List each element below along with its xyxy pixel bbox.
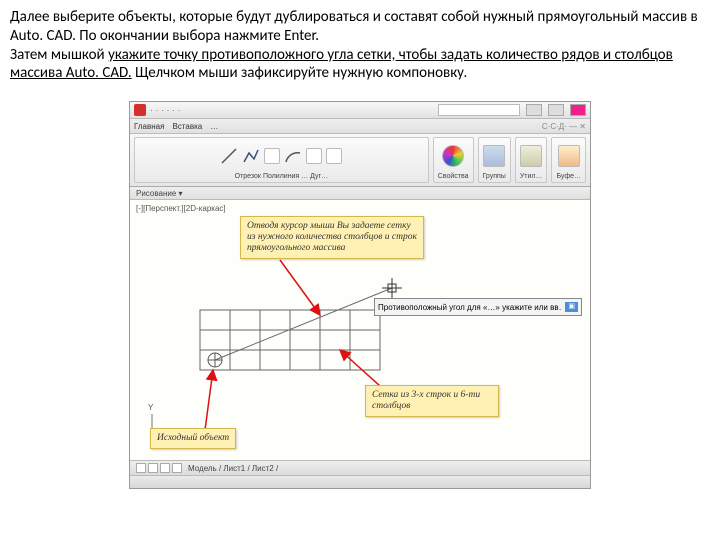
dynamic-input-prompt[interactable]: Противоположный угол для «…» укажите или…	[374, 298, 582, 316]
tab-nav-buttons[interactable]	[136, 463, 182, 473]
tab-nav-last-icon[interactable]	[172, 463, 182, 473]
window-close-button[interactable]	[570, 104, 586, 116]
layout-tabs[interactable]: Модель / Лист1 / Лист2 /	[130, 460, 590, 475]
autocad-screenshot: · · · · · · Главная Вставка … С·С·Д· — ✕	[129, 101, 591, 489]
svg-text:Y: Y	[148, 403, 154, 412]
instr-line2b: Щелчком мыши зафиксируйте нужную компоно…	[132, 64, 468, 82]
tab-nav-prev-icon[interactable]	[148, 463, 158, 473]
tab-nav-next-icon[interactable]	[160, 463, 170, 473]
menu-bar[interactable]: Главная Вставка … С·С·Д· — ✕	[130, 119, 590, 134]
instr-line1: Далее выберите объекты, которые будут ду…	[10, 8, 698, 45]
status-bar	[130, 475, 590, 488]
subbar-label[interactable]: Рисование ▾	[136, 189, 183, 198]
prompt-text: Противоположный угол для «…» укажите или…	[378, 303, 562, 312]
ribbon: Отрезок Полилиния … Дуг… Свойства Группы…	[130, 134, 590, 187]
panel-label-groups: Группы	[483, 173, 506, 180]
window-min-button[interactable]	[526, 104, 542, 116]
ribbon-panel-clip[interactable]: Буфе…	[551, 137, 586, 183]
quick-access-dots: · · · · · ·	[150, 105, 181, 115]
search-field[interactable]	[438, 104, 520, 116]
instruction-text: Далее выберите объекты, которые будут ду…	[10, 8, 710, 83]
app-icon	[134, 104, 146, 116]
menu-insert[interactable]: Вставка	[172, 122, 202, 131]
window-max-button[interactable]	[548, 104, 564, 116]
color-wheel-icon[interactable]	[442, 145, 464, 167]
draw-icon-3[interactable]	[326, 148, 342, 164]
menu-right-dots: С·С·Д· — ✕	[542, 122, 586, 131]
menu-home[interactable]: Главная	[134, 122, 164, 131]
ribbon-panel-props[interactable]: Свойства	[433, 137, 474, 183]
groups-icon[interactable]	[483, 145, 505, 167]
instr-line2a: Затем мышкой	[10, 46, 108, 64]
arc-icon[interactable]	[284, 147, 302, 165]
callout-grid: Сетка из 3-х строк и 6-ти столбцов	[365, 385, 499, 417]
line-icon[interactable]	[220, 147, 238, 165]
draw-icon-2[interactable]	[306, 148, 322, 164]
menu-more[interactable]: …	[210, 122, 218, 131]
tab-labels[interactable]: Модель / Лист1 / Лист2 /	[188, 464, 278, 473]
panel-label-util: Утил…	[520, 173, 543, 180]
prompt-ok-icon[interactable]: ▣	[565, 302, 578, 312]
panel-label-clip: Буфе…	[556, 173, 581, 180]
polyline-icon[interactable]	[242, 147, 260, 165]
drawing-canvas[interactable]: [-][Перспект.][2D-каркас]	[130, 200, 590, 460]
panel-label-props: Свойства	[438, 173, 469, 180]
ribbon-panel-draw[interactable]: Отрезок Полилиния … Дуг…	[134, 137, 429, 183]
window-titlebar: · · · · · ·	[130, 102, 590, 119]
panel-label-draw: Отрезок Полилиния … Дуг…	[235, 173, 328, 180]
ribbon-panel-groups[interactable]: Группы	[478, 137, 511, 183]
util-icon[interactable]	[520, 145, 542, 167]
clipboard-icon[interactable]	[558, 145, 580, 167]
tab-nav-first-icon[interactable]	[136, 463, 146, 473]
ribbon-subbar[interactable]: Рисование ▾	[130, 187, 590, 200]
draw-icon[interactable]	[264, 148, 280, 164]
callout-source: Исходный объект	[150, 428, 236, 449]
ribbon-panel-util[interactable]: Утил…	[515, 137, 548, 183]
callout-top: Отводя курсор мыши Вы задаете сетку из н…	[240, 216, 424, 259]
